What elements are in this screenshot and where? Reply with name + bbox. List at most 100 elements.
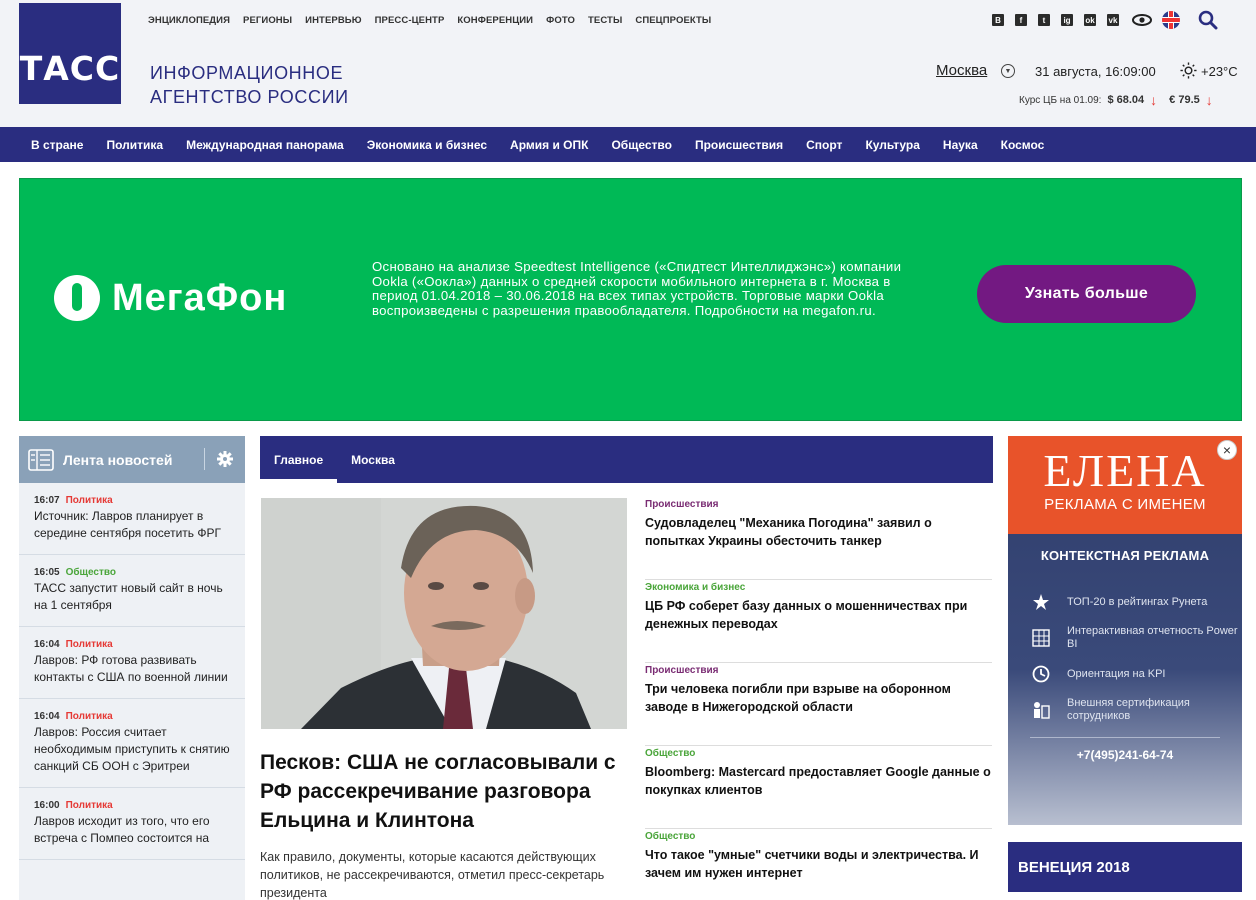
feed-item[interactable]: 16:04 Политика Лавров: Россия считает нео… [19,699,245,788]
portrait-image [261,498,627,729]
list-item[interactable]: Общество Bloomberg: Mastercard предостав… [645,746,992,829]
nav-army[interactable]: Армия и ОПК [510,138,588,152]
nav-economy[interactable]: Экономика и бизнес [367,138,487,152]
list-item-category[interactable]: Экономика и бизнес [645,582,992,593]
list-item-title[interactable]: Судовладелец "Механика Погодина" заявил … [645,514,992,550]
date-time: 31 августа, 16:09:00 [1035,64,1156,79]
learn-more-button[interactable]: Узнать больше [977,265,1196,323]
tass-logo[interactable]: ТАСС [19,3,121,104]
main-nav: В стране Политика Международная панорама… [0,127,1256,162]
feed-item-time: 16:04 [34,639,60,650]
facebook-icon[interactable]: f [1015,14,1027,26]
feed-header: Лента новостей [19,436,245,483]
usd-arrow-down-icon: ↓ [1150,92,1158,108]
list-item-category[interactable]: Общество [645,831,992,842]
tab-main[interactable]: Главное [260,436,338,483]
list-item[interactable]: Общество Что такое "умные" счетчики воды… [645,829,992,900]
social-b-icon[interactable]: В [992,14,1004,26]
feed-item-category[interactable]: Политика [66,495,113,506]
megafon-banner[interactable]: МегаФон Основано на анализе Speedtest In… [19,178,1242,421]
logo-text: ТАСС [19,49,121,88]
uk-flag-icon[interactable] [1162,11,1180,29]
vk-icon[interactable]: vk [1107,14,1119,26]
nav-culture[interactable]: Культура [865,138,919,152]
feed-item-meta: 16:04 Политика [34,711,230,722]
top-link-tests[interactable]: ТЕСТЫ [588,15,622,26]
feed-item[interactable]: 16:05 Общество ТАСС запустит новый сайт в… [19,555,245,627]
venice-block[interactable]: ВЕНЕЦИЯ 2018 [1008,842,1242,892]
feed-item-time: 16:00 [34,800,60,811]
eur-rate: € 79.5 [1169,94,1200,106]
elena-phone[interactable]: +7(495)241-64-74 [1008,748,1242,762]
feed-item-category[interactable]: Политика [66,800,113,811]
header: ТАСС ИНФОРМАЦИОННОЕ АГЕНТСТВО РОССИИ ЭНЦ… [0,0,1256,127]
elena-feature: ТОП-20 в рейтингах Рунета [1008,593,1242,611]
feed-item[interactable]: 16:07 Политика Источник: Лавров планирует… [19,483,245,555]
feed-item-category[interactable]: Политика [66,711,113,722]
feed-item[interactable]: 16:04 Политика Лавров: РФ готова развиват… [19,627,245,699]
feed-item-text[interactable]: Источник: Лавров планирует в середине се… [34,508,230,542]
close-icon[interactable]: × [1217,440,1237,460]
elena-feature-text: Ориентация на KPI [1067,667,1166,680]
feed-divider [204,448,205,470]
list-item-category[interactable]: Происшествия [645,665,992,676]
rates-label: Курс ЦБ на 01.09: [1019,94,1102,106]
certificate-icon [1034,702,1050,719]
feed-item-meta: 16:00 Политика [34,800,230,811]
list-item-category[interactable]: Общество [645,748,992,759]
nav-in-country[interactable]: В стране [31,138,83,152]
twitter-icon[interactable]: t [1038,14,1050,26]
instagram-icon[interactable]: ig [1061,14,1073,26]
gear-icon[interactable] [216,450,234,468]
chevron-down-icon[interactable]: ▼ [1001,64,1015,78]
nav-science[interactable]: Наука [943,138,978,152]
list-item-category[interactable]: Происшествия [645,499,992,510]
top-link-interview[interactable]: ИНТЕРВЬЮ [305,15,361,26]
list-item-title[interactable]: ЦБ РФ соберет базу данных о мошенничеств… [645,597,992,633]
city-selector[interactable]: Москва [936,62,987,79]
search-icon[interactable] [1198,10,1218,30]
feed-item-text[interactable]: ТАСС запустит новый сайт в ночь на 1 сен… [34,580,230,614]
nav-politics[interactable]: Политика [106,138,163,152]
top-link-conferences[interactable]: КОНФЕРЕНЦИИ [457,15,533,26]
list-item-title[interactable]: Bloomberg: Mastercard предоставляет Goog… [645,763,992,799]
feed-item-text[interactable]: Лавров исходит из того, что его встреча … [34,813,230,847]
feed-item-text[interactable]: Лавров: Россия считает необходимым прист… [34,724,230,775]
nav-sport[interactable]: Спорт [806,138,842,152]
elena-feature: Интерактивная отчетность Power BI [1008,625,1242,651]
agency-title[interactable]: ИНФОРМАЦИОННОЕ АГЕНТСТВО РОССИИ [150,61,349,109]
nav-incidents[interactable]: Происшествия [695,138,783,152]
top-link-press-center[interactable]: ПРЕСС-ЦЕНТР [375,15,445,26]
news-feed: Лента новостей 16:07 Политика Источник: Л… [19,436,245,900]
usd-rate: $ 68.04 [1107,94,1145,106]
nav-society[interactable]: Общество [611,138,672,152]
nav-international[interactable]: Международная панорама [186,138,344,152]
main-story-lead: Как правило, документы, которые касаются… [260,850,605,900]
top-link-encyclopedia[interactable]: ЭНЦИКЛОПЕДИЯ [148,15,230,26]
nav-space[interactable]: Космос [1001,138,1045,152]
sun-icon [1180,62,1197,79]
feed-item-text[interactable]: Лавров: РФ готова развивать контакты с С… [34,652,230,686]
list-item[interactable]: Происшествия Судовладелец "Механика Пого… [645,497,992,580]
eye-icon[interactable] [1132,14,1152,26]
feed-title[interactable]: Лента новостей [63,452,172,468]
top-link-photo[interactable]: ФОТО [546,15,575,26]
feed-item-meta: 16:07 Политика [34,495,230,506]
list-item[interactable]: Экономика и бизнес ЦБ РФ соберет базу да… [645,580,992,663]
top-links: ЭНЦИКЛОПЕДИЯ РЕГИОНЫ ИНТЕРВЬЮ ПРЕСС-ЦЕНТ… [148,15,724,26]
top-link-regions[interactable]: РЕГИОНЫ [243,15,292,26]
main-story-headline[interactable]: Песков: США не согласовывали с РФ рассек… [260,748,630,835]
elena-ad-subtitle: РЕКЛАМА С ИМЕНЕМ [1044,496,1206,513]
elena-ad[interactable]: ЕЛЕНА РЕКЛАМА С ИМЕНЕМ КОНТЕКСТНАЯ РЕКЛА… [1008,436,1242,825]
main-story-photo[interactable] [261,498,627,729]
feed-item[interactable]: 16:00 Политика Лавров исходит из того, чт… [19,788,245,860]
elena-feature-text: Интерактивная отчетность Power BI [1067,625,1238,650]
odnoklassniki-icon[interactable]: ok [1084,14,1096,26]
top-link-special-projects[interactable]: СПЕЦПРОЕКТЫ [635,15,711,26]
tab-moscow[interactable]: Москва [337,436,409,483]
list-item-title[interactable]: Три человека погибли при взрыве на оборо… [645,680,992,716]
list-item[interactable]: Происшествия Три человека погибли при вз… [645,663,992,746]
feed-item-category[interactable]: Политика [66,639,113,650]
list-item-title[interactable]: Что такое "умные" счетчики воды и электр… [645,846,992,882]
feed-item-category[interactable]: Общество [66,567,116,578]
